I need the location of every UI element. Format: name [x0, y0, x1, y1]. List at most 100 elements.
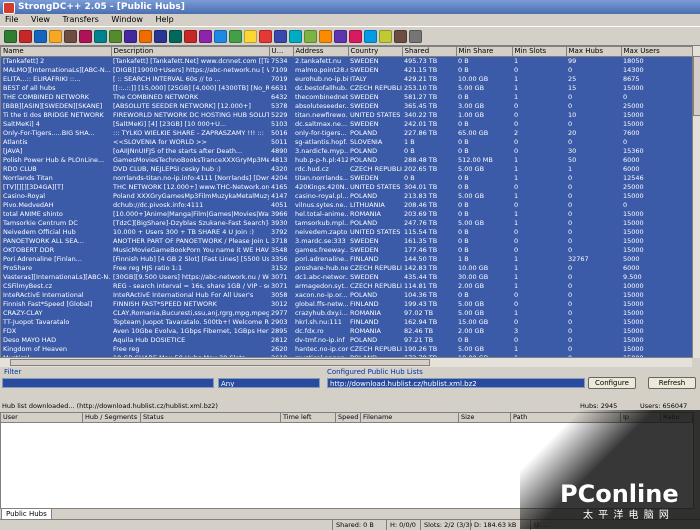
table-row[interactable]: TT-Juopot Tavaratalo Topteam Juopot Tavar… [1, 318, 693, 327]
table-cell: games.freeway... [295, 246, 348, 254]
toolbar-button-icon[interactable] [184, 30, 197, 43]
table-row[interactable]: Norrlands Titan norrlands-titan.no-ip.inf… [1, 174, 693, 183]
column-header[interactable]: Size [459, 413, 511, 422]
table-row[interactable]: total ANIME shinto [10.000+]Anime|Manga|F… [1, 210, 693, 219]
toolbar-button-icon[interactable] [289, 30, 302, 43]
toolbar-button-icon[interactable] [4, 30, 17, 43]
table-row[interactable]: [BBB][ASIN][SWEDEN][SKANE] [ABSOLUTE SEED… [1, 102, 693, 111]
column-header[interactable]: Ratio [661, 413, 693, 422]
toolbar-button-icon[interactable] [169, 30, 182, 43]
toolbar-button-icon[interactable] [304, 30, 317, 43]
column-header[interactable]: U... [269, 47, 294, 57]
toolbar-button-icon[interactable] [244, 30, 257, 43]
table-row[interactable]: ELITA...:: ELIRAFRIKI ::... [ :: SEARCH I… [1, 75, 693, 84]
toolbar-button-icon[interactable] [49, 30, 62, 43]
filter-input[interactable] [2, 378, 214, 388]
toolbar-button-icon[interactable] [94, 30, 107, 43]
menu-help[interactable]: Help [150, 14, 178, 26]
column-header[interactable]: Description [111, 47, 270, 57]
table-row[interactable]: Polish Power Hub & PLOnLine... GamesMovie… [1, 156, 693, 165]
menu-transfers[interactable]: Transfers [57, 14, 103, 26]
table-row[interactable]: CSFilmyBest.cz REG - search interval = 16… [1, 282, 693, 291]
public-hubs-table[interactable]: Name Description U... Address Country Shared M… [0, 46, 694, 358]
table-row[interactable]: [TV][][][3D4GA][T] THC NETWORK [12.000+] … [1, 183, 693, 192]
table-row[interactable]: RDO CLUB DVD CLUB, NEJLEPSI cesky hub :) 4… [1, 165, 693, 174]
toolbar-button-icon[interactable] [349, 30, 362, 43]
toolbar-button-icon[interactable] [139, 30, 152, 43]
table-row[interactable]: Vasteras][InternationaLs][ABC-N... [30GB]… [1, 273, 693, 282]
toolbar-button-icon[interactable] [79, 30, 92, 43]
table-cell: RDO CLUB [3, 165, 37, 173]
toolbar-button-icon[interactable] [274, 30, 287, 43]
column-header[interactable]: Address [293, 47, 349, 57]
table-row[interactable]: [Tankafett] 2 [Tankafett] [Tankafett.Net]… [1, 57, 693, 67]
column-header[interactable]: Name [1, 47, 112, 57]
column-header[interactable]: Filename [361, 413, 459, 422]
table-row[interactable]: Pivo.MedvedAH dchub://dc.pivosk.info:4111… [1, 201, 693, 210]
hub-table-horizontal-scrollbar[interactable] [0, 357, 692, 367]
column-header[interactable]: Min Slots [512, 47, 567, 57]
table-row[interactable]: ProShare Free reg HJS ratio 1:1 3152 prosha… [1, 264, 693, 273]
table-row[interactable]: [JAVA] [oAIIJNnUIFJS of the starts after … [1, 147, 693, 156]
table-row[interactable]: CRAZY-CLAY CLAY,Romania,Bucuresti,ssu,anj… [1, 309, 693, 318]
table-row[interactable]: Tamsorkie Centrum DC [TdzC][BigShare]-Dzy… [1, 219, 693, 228]
column-header[interactable]: Speed [336, 413, 361, 422]
table-cell: vilnus.sytes.ne... [295, 201, 348, 209]
toolbar-button-icon[interactable] [334, 30, 347, 43]
toolbar-button-icon[interactable] [364, 30, 377, 43]
toolbar-button-icon[interactable] [214, 30, 227, 43]
table-row[interactable]: Finnish Fast*Speed [Global] FINNISH FAST*… [1, 300, 693, 309]
toolbar-button-icon[interactable] [124, 30, 137, 43]
toolbar-button-icon[interactable] [319, 30, 332, 43]
table-row[interactable]: InteRActivE International InteRActivE Int… [1, 291, 693, 300]
toolbar-button-icon[interactable] [394, 30, 407, 43]
configure-button[interactable]: Configure [588, 377, 636, 389]
table-row[interactable]: Atlantis <<SLOVENIA for WORLD >> 5011 sg-at… [1, 138, 693, 147]
table-row[interactable]: Kingdom of Heaven Free reg 2620 hantec.no-i… [1, 345, 693, 354]
toolbar-button-icon[interactable] [259, 30, 272, 43]
toolbar-button-icon[interactable] [154, 30, 167, 43]
column-header[interactable]: Ip [621, 413, 661, 422]
column-header[interactable]: Shared [402, 47, 457, 57]
toolbar-button-icon[interactable] [64, 30, 77, 43]
column-header[interactable]: Max Hubs [566, 47, 622, 57]
table-row[interactable]: PANOETWORK ALL SEA... ANOTHER PART OF PAN… [1, 237, 693, 246]
filter-column-select[interactable]: Any [218, 378, 320, 388]
toolbar-button-icon[interactable] [379, 30, 392, 43]
table-row[interactable]: Only-For-Tigers.....BIG SHA...::: TYLKO … [1, 129, 693, 138]
table-row[interactable]: Ti the ti dos BRIDGE NETWORK FIREWORLD NE… [1, 111, 693, 120]
hub-table-vertical-scrollbar[interactable] [692, 46, 700, 358]
menu-window[interactable]: Window [106, 14, 148, 26]
table-cell: InteRActivE International Hub For All Us… [113, 291, 254, 299]
toolbar-button-icon[interactable] [109, 30, 122, 43]
column-header[interactable]: Max Users [621, 47, 693, 57]
table-row[interactable]: Neivedem Official Hub 10.000 + Users 300 … [1, 228, 693, 237]
refresh-button[interactable]: Refresh [648, 377, 696, 389]
table-row[interactable]: Casino-Royal Poland XXXGryGamesMp3FilmMuz… [1, 192, 693, 201]
table-row[interactable]: Deso MAYO HAD Aquila Hub DOSIETICE 2812 dv-… [1, 336, 693, 345]
column-header[interactable]: Path [511, 413, 621, 422]
column-header[interactable]: Status [141, 413, 281, 422]
table-row[interactable]: THE COMBINED NETWORK The COMBINED NETWORK… [1, 93, 693, 102]
hub-list-select[interactable]: http://download.hublist.cz/hublist.xml.b… [327, 378, 585, 388]
table-row[interactable]: SaltMeKi] 4 [SaltMeKi] [4] [23GB] [10 000… [1, 120, 693, 129]
scroll-thumb-h[interactable] [10, 359, 430, 366]
toolbar-button-icon[interactable] [19, 30, 32, 43]
column-header[interactable]: Country [348, 47, 403, 57]
table-row[interactable]: OKTOBERT DDR MusicMovieGameBookPorn You n… [1, 246, 693, 255]
menu-view[interactable]: View [26, 14, 55, 26]
column-header[interactable]: Hub / Segments [83, 413, 141, 422]
column-header[interactable]: Time left [281, 413, 336, 422]
table-row[interactable]: BEST of all hubs [[::..::]] [15,000] [25G… [1, 84, 693, 93]
table-row[interactable]: FDX Aven 10Gbe Evolva, 1Gbps Fibernet, 1G… [1, 327, 693, 336]
menu-file[interactable]: File [0, 14, 23, 26]
toolbar-button-icon[interactable] [409, 30, 422, 43]
toolbar-button-icon[interactable] [34, 30, 47, 43]
toolbar-button-icon[interactable] [229, 30, 242, 43]
table-row[interactable]: MALMO][InternationaLs][ABC-N... [DIGB][19… [1, 66, 693, 75]
column-header[interactable]: User [1, 413, 83, 422]
toolbar-button-icon[interactable] [199, 30, 212, 43]
column-header[interactable]: Min Share [456, 47, 513, 57]
table-row[interactable]: Pori Adrenaline [Finlan... [Finnish Hub] … [1, 255, 693, 264]
scroll-thumb[interactable] [693, 56, 700, 116]
